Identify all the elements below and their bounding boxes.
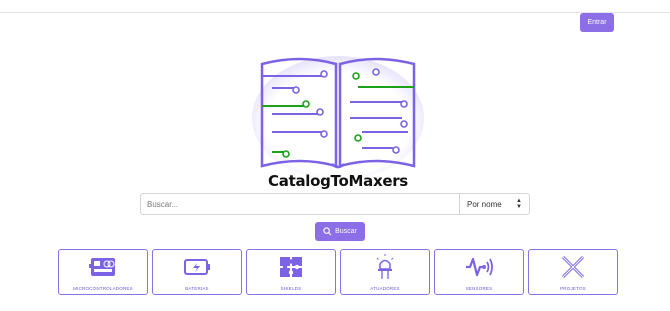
category-card-microcontroladores[interactable]: Microcontroladores: [58, 249, 148, 295]
tools-icon: [561, 255, 585, 279]
search-icon: [323, 227, 332, 236]
category-card-shields[interactable]: Shields: [246, 249, 336, 295]
microcontroller-icon: [89, 258, 115, 276]
sort-select[interactable]: Por nome ▲ ▼: [459, 194, 529, 214]
brand-name: CatalogToMaxers: [268, 172, 408, 190]
category-label: Atuadores: [370, 286, 400, 291]
search-button-label: Buscar: [335, 228, 357, 235]
category-card-sensores[interactable]: Sensores: [434, 249, 524, 295]
search-button[interactable]: Buscar: [315, 222, 365, 241]
battery-icon: [184, 259, 210, 275]
category-card-projetos[interactable]: Projetos: [528, 249, 618, 295]
category-label: Shields: [280, 286, 302, 291]
search-bar: Por nome ▲▼: [140, 193, 530, 215]
header-divider: [0, 12, 670, 13]
category-card-baterias[interactable]: Baterias: [152, 249, 242, 295]
sort-select-value: Por nome: [467, 199, 502, 209]
led-icon: [376, 254, 394, 279]
category-card-atuadores[interactable]: Atuadores: [340, 249, 430, 295]
login-button[interactable]: Entrar: [580, 13, 614, 32]
category-label: Projetos: [560, 286, 586, 291]
search-input[interactable]: [141, 194, 459, 214]
sort-arrows-icon: ▲ ▼: [516, 198, 522, 210]
sensor-wave-icon: [466, 257, 493, 277]
puzzle-icon: [280, 257, 302, 277]
category-label: Baterias: [185, 286, 209, 291]
category-label: Sensores: [465, 286, 493, 291]
category-label: Microcontroladores: [73, 286, 133, 291]
